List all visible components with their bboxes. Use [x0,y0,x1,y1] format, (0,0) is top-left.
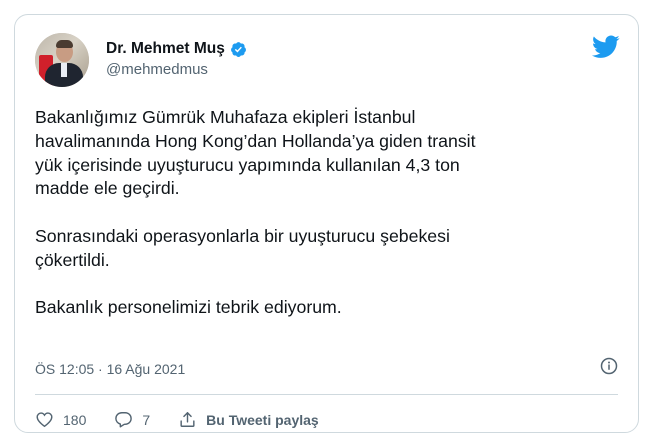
tweet-text: Bakanlığımız Gümrük Muhafaza ekipleri İs… [35,107,476,318]
like-button[interactable]: 180 [35,410,86,429]
divider [35,394,618,395]
tweet-card: Dr. Mehmet Muş @mehmedmus Bakanlığımız G… [14,14,639,433]
info-icon[interactable] [600,357,618,375]
tweet-timestamp[interactable]: ÖS 12:05 · 16 Ağu 2021 [35,361,185,377]
reply-button[interactable]: 7 [114,410,150,429]
action-bar: 180 7 Bu Tweeti paylaş [35,410,347,429]
share-label: Bu Tweeti paylaş [206,411,319,428]
like-count: 180 [63,411,87,428]
share-button[interactable]: Bu Tweeti paylaş [178,410,319,429]
author-name[interactable]: Dr. Mehmet Muş [106,40,225,58]
avatar[interactable] [35,33,89,87]
share-icon [180,412,195,427]
twitter-bird-icon[interactable] [592,35,620,59]
heart-icon [36,412,53,428]
author-handle[interactable]: @mehmedmus [106,61,208,78]
reply-bubble-icon [115,412,133,428]
author-name-row[interactable]: Dr. Mehmet Muş [106,40,247,58]
reply-count: 7 [142,411,151,428]
verified-badge-icon [230,41,246,57]
